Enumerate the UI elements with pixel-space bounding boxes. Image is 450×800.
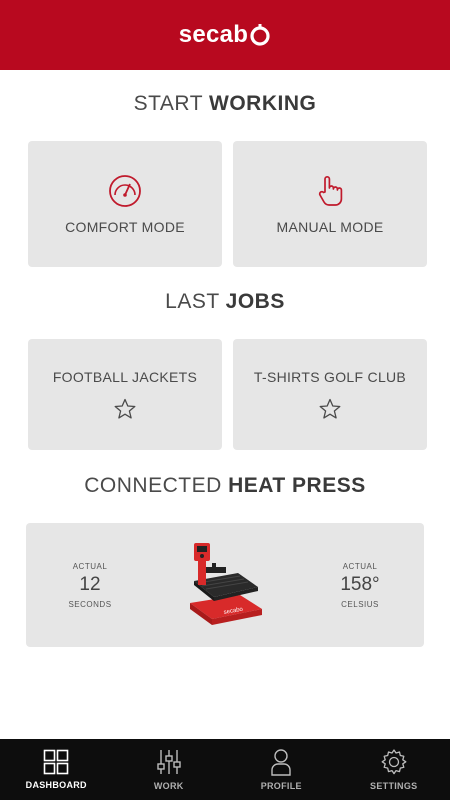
temperature-stat: ACTUAL 158° CELSIUS bbox=[320, 523, 400, 647]
time-stat: ACTUAL 12 SECONDS bbox=[50, 523, 130, 647]
gear-icon bbox=[381, 749, 407, 775]
gauge-icon bbox=[109, 175, 141, 207]
comfort-mode-label: COMFORT MODE bbox=[65, 219, 185, 235]
temperature-caption: ACTUAL bbox=[342, 561, 378, 571]
nav-item-work[interactable]: WORK bbox=[113, 739, 226, 800]
hand-pointer-icon bbox=[318, 175, 343, 206]
nav-item-profile[interactable]: PROFILE bbox=[225, 739, 338, 800]
nav-item-settings[interactable]: SETTINGS bbox=[338, 739, 450, 800]
heat-press-title-light: CONNECTED bbox=[84, 474, 222, 497]
nav-label-work: WORK bbox=[153, 781, 184, 791]
app-header: secab bbox=[0, 0, 450, 70]
manual-mode-label: MANUAL MODE bbox=[276, 219, 384, 235]
secabo-logo: secab bbox=[179, 21, 272, 49]
grid-icon bbox=[43, 749, 69, 775]
start-working-title-light: START bbox=[133, 92, 203, 115]
start-working-title: START WORKING bbox=[0, 92, 450, 116]
last-jobs-title-light: LAST bbox=[165, 290, 220, 313]
nav-label-settings: SETTINGS bbox=[370, 781, 418, 791]
time-caption: ACTUAL bbox=[72, 561, 108, 571]
job-label: FOOTBALL JACKETS bbox=[52, 368, 198, 385]
heat-press-image: secabo bbox=[190, 543, 262, 625]
nav-item-dashboard[interactable]: DASHBOARD bbox=[0, 739, 113, 800]
job-card-football-jackets[interactable]: FOOTBALL JACKETS bbox=[28, 339, 222, 450]
temperature-unit: CELSIUS bbox=[341, 599, 379, 609]
nav-label-dashboard: DASHBOARD bbox=[25, 780, 87, 790]
heat-press-card[interactable]: ACTUAL 12 SECONDS secabo ACTUAL 158° CEL… bbox=[26, 523, 424, 647]
comfort-mode-card[interactable]: COMFORT MODE bbox=[28, 141, 222, 267]
heat-press-title: CONNECTED HEAT PRESS bbox=[0, 474, 450, 498]
heat-press-title-bold: HEAT PRESS bbox=[228, 474, 366, 497]
last-jobs-title: LAST JOBS bbox=[0, 290, 450, 314]
manual-mode-card[interactable]: MANUAL MODE bbox=[233, 141, 427, 267]
time-unit: SECONDS bbox=[68, 599, 112, 609]
star-outline-icon[interactable] bbox=[318, 397, 342, 421]
logo-o-icon bbox=[250, 24, 270, 46]
nav-label-profile: PROFILE bbox=[260, 781, 302, 791]
job-label: T-SHIRTS GOLF CLUB bbox=[253, 368, 407, 385]
time-value: 12 bbox=[79, 573, 101, 595]
logo-text: secab bbox=[178, 21, 249, 48]
start-working-title-bold: WORKING bbox=[209, 92, 317, 115]
user-icon bbox=[271, 749, 291, 776]
job-card-tshirts-golf-club[interactable]: T-SHIRTS GOLF CLUB bbox=[233, 339, 427, 450]
star-outline-icon[interactable] bbox=[113, 397, 137, 421]
bottom-nav: DASHBOARD WORK PROFILE SETTINGS bbox=[0, 739, 450, 800]
temperature-value: 158° bbox=[340, 573, 380, 595]
sliders-icon bbox=[157, 750, 181, 774]
last-jobs-title-bold: JOBS bbox=[225, 290, 285, 313]
